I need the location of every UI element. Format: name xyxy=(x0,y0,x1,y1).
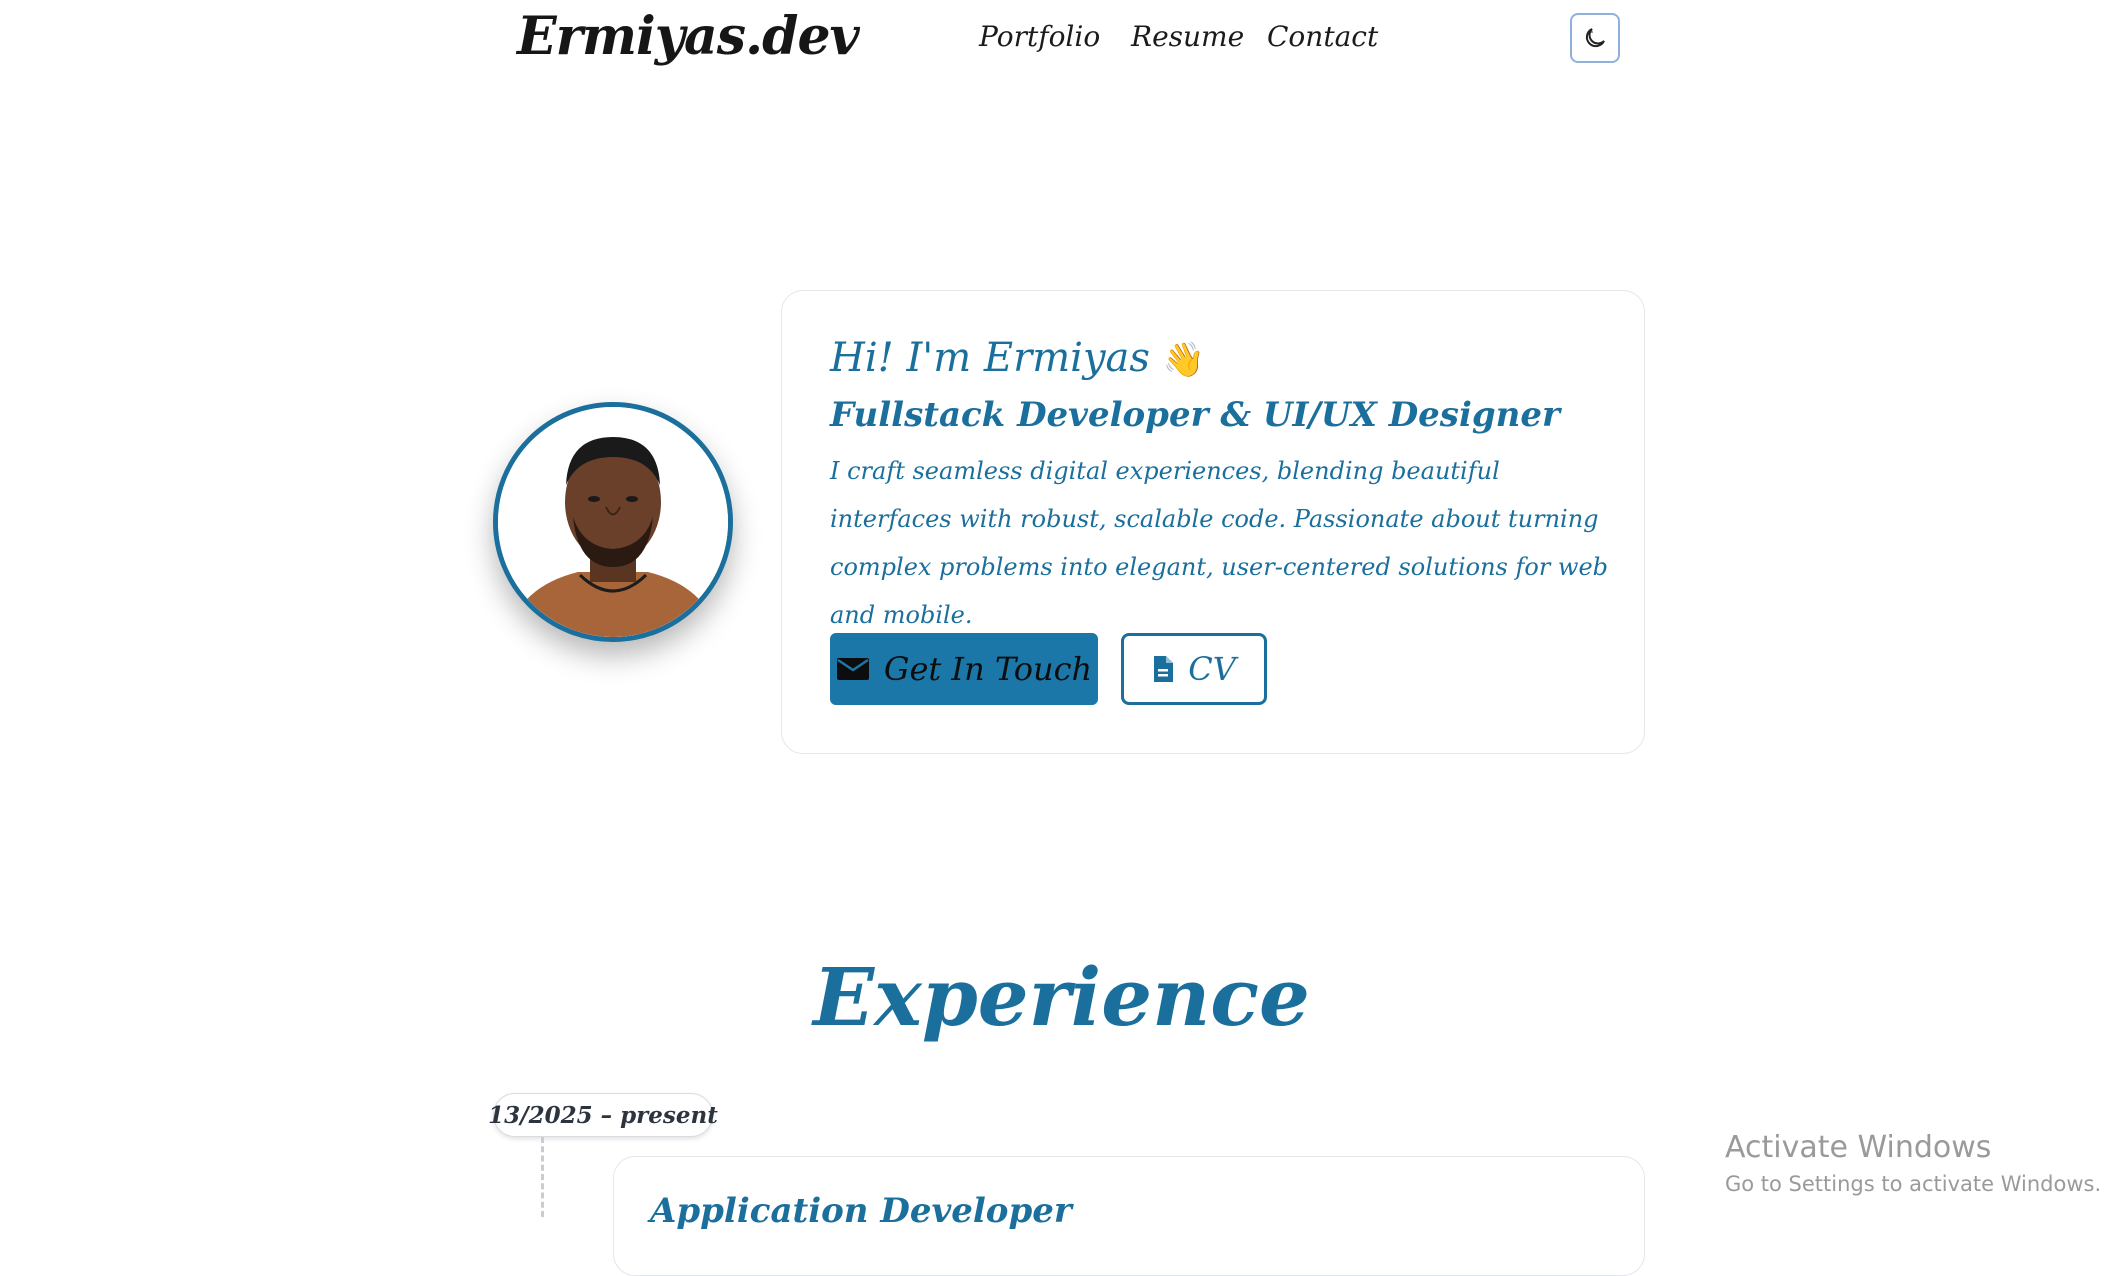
get-in-touch-button[interactable]: Get In Touch xyxy=(830,633,1098,705)
cv-button[interactable]: CV xyxy=(1121,633,1267,705)
nav-resume[interactable]: Resume xyxy=(1131,20,1244,53)
experience-heading: Experience xyxy=(813,950,1310,1044)
moon-icon xyxy=(1585,28,1605,48)
experience-card: Application Developer xyxy=(613,1156,1645,1276)
get-in-touch-label: Get In Touch xyxy=(883,650,1093,688)
experience-role: Application Developer xyxy=(650,1191,1072,1231)
cv-label: CV xyxy=(1188,650,1236,688)
timeline-line xyxy=(541,1137,544,1217)
nav-contact[interactable]: Contact xyxy=(1267,20,1378,53)
profile-avatar xyxy=(493,402,733,642)
job-title: Fullstack Developer & UI/UX Designer xyxy=(830,395,1560,435)
theme-toggle-button[interactable] xyxy=(1570,13,1620,63)
document-icon xyxy=(1154,656,1174,682)
greeting-text: Hi! I'm Ermiyas xyxy=(830,335,1150,381)
activate-windows-title: Activate Windows xyxy=(1725,1130,1992,1165)
envelope-icon xyxy=(836,658,869,680)
activate-windows-subtitle: Go to Settings to activate Windows. xyxy=(1725,1172,2102,1196)
wave-emoji: 👋 xyxy=(1162,340,1205,380)
intro-card: Hi! I'm Ermiyas 👋 Fullstack Developer & … xyxy=(781,290,1645,754)
nav-portfolio[interactable]: Portfolio xyxy=(979,20,1100,53)
intro-description: I craft seamless digital experiences, bl… xyxy=(830,457,1609,629)
site-logo[interactable]: Ermiyas.dev xyxy=(517,6,860,67)
experience-date-badge: 13/2025 – present xyxy=(488,1093,718,1137)
greeting: Hi! I'm Ermiyas 👋 xyxy=(830,335,1205,381)
